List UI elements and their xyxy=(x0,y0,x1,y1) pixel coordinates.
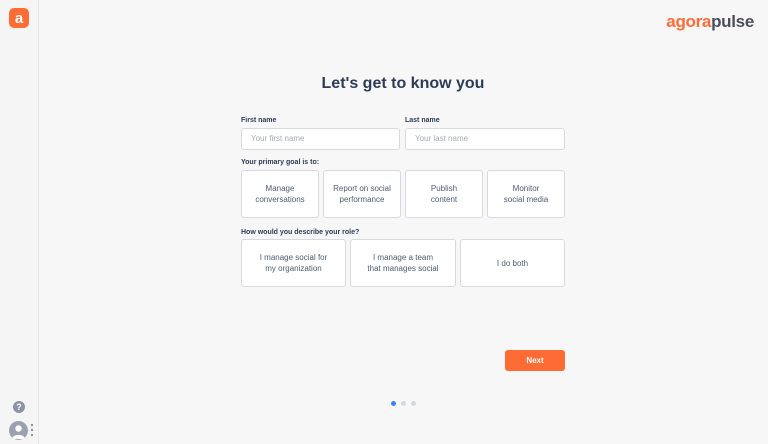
goal-option-monitor-social[interactable]: Monitor social media xyxy=(487,170,565,218)
first-name-placeholder: Your first name xyxy=(251,134,305,143)
pagination-dot-2[interactable] xyxy=(401,401,406,406)
role-option-both[interactable]: I do both xyxy=(460,239,565,287)
brand-logo-part2: pulse xyxy=(711,12,754,31)
role-option-organization[interactable]: I manage social for my organization xyxy=(241,239,346,287)
last-name-placeholder: Your last name xyxy=(415,134,469,143)
app-logo-letter: a xyxy=(14,9,24,27)
pagination-dot-3[interactable] xyxy=(411,401,416,406)
first-name-label: First name xyxy=(241,117,277,124)
goal-option-publish-content[interactable]: Publish content xyxy=(405,170,483,218)
more-options-icon[interactable] xyxy=(31,424,33,436)
app-logo[interactable]: a xyxy=(9,8,29,28)
help-icon-glyph: ? xyxy=(16,402,22,412)
last-name-field[interactable]: Your last name xyxy=(405,128,565,150)
last-name-label: Last name xyxy=(405,117,440,124)
pagination-dots xyxy=(391,401,416,406)
brand-logo: agorapulse xyxy=(666,12,754,32)
goal-question: Your primary goal is to: xyxy=(241,159,320,166)
goal-option-report-performance[interactable]: Report on social performance xyxy=(323,170,401,218)
next-button[interactable]: Next xyxy=(505,350,565,371)
help-icon[interactable]: ? xyxy=(13,401,25,413)
role-question: How would you describe your role? xyxy=(241,229,360,236)
brand-logo-part1: agora xyxy=(666,12,712,31)
goal-option-manage-conversations[interactable]: Manage conversations xyxy=(241,170,319,218)
first-name-field[interactable]: Your first name xyxy=(241,128,400,150)
role-option-team[interactable]: I manage a team that manages social xyxy=(350,239,456,287)
page-title: Let's get to know you xyxy=(321,75,485,92)
user-icon xyxy=(12,425,25,439)
avatar[interactable] xyxy=(9,421,28,440)
pagination-dot-1[interactable] xyxy=(391,401,396,406)
sidebar: a ? xyxy=(0,0,39,444)
